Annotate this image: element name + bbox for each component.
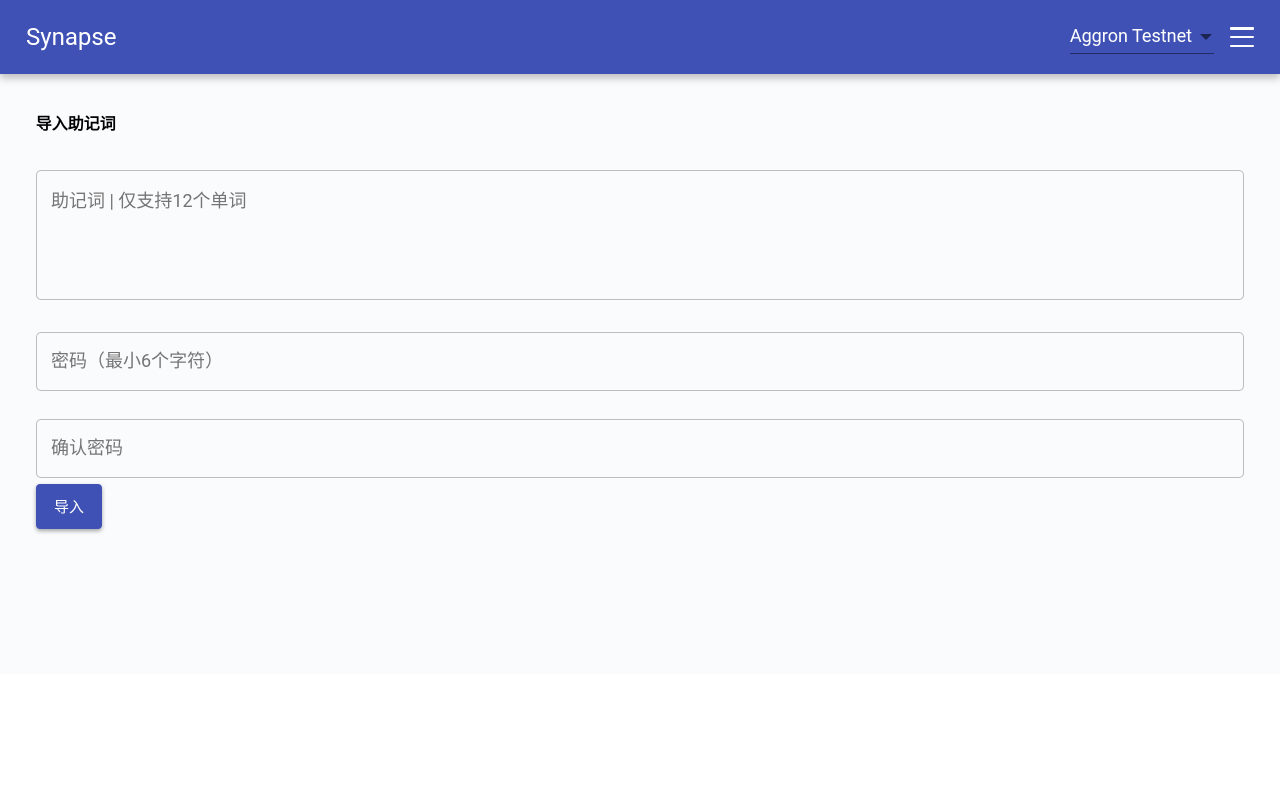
page-title: 导入助记词 bbox=[36, 110, 1244, 134]
import-button[interactable]: 导入 bbox=[36, 484, 102, 529]
app-title: Synapse bbox=[26, 23, 117, 51]
mnemonic-input[interactable] bbox=[36, 170, 1244, 300]
chevron-down-icon bbox=[1200, 34, 1212, 40]
menu-icon[interactable] bbox=[1230, 27, 1254, 47]
app-bar: Synapse Aggron Testnet bbox=[0, 0, 1280, 74]
network-select[interactable]: Aggron Testnet bbox=[1070, 20, 1214, 54]
network-selected-label: Aggron Testnet bbox=[1070, 26, 1192, 47]
confirm-password-input[interactable] bbox=[36, 419, 1244, 478]
page-content: 导入助记词 导入 bbox=[0, 74, 1280, 674]
password-input[interactable] bbox=[36, 332, 1244, 391]
